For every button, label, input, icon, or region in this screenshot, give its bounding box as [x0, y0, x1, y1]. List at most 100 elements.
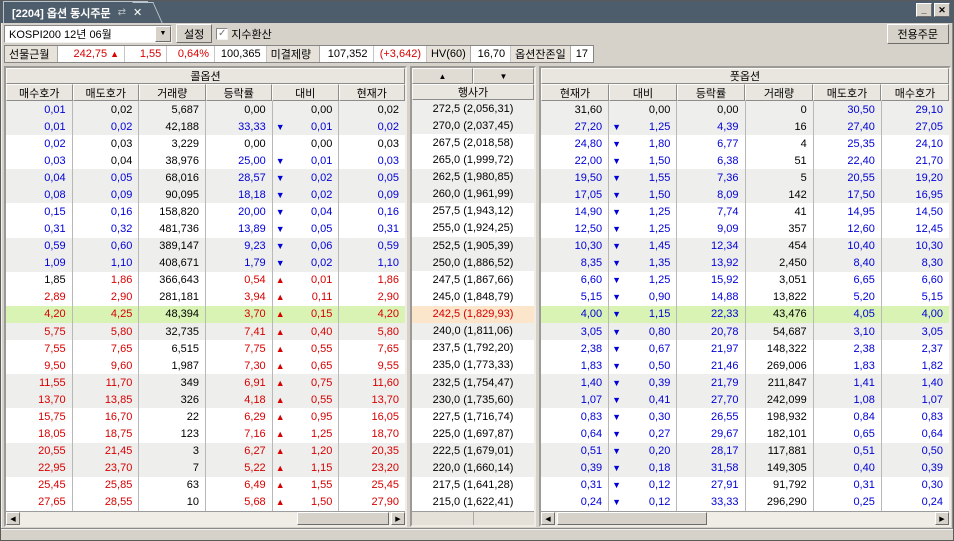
call-option-row[interactable]: 25,4525,85636,49▲1,5525,45: [6, 477, 405, 494]
put-option-row[interactable]: 0,83▼0,3026,55198,9320,840,83: [541, 408, 949, 425]
tab-pin-icon[interactable]: ⇄: [118, 7, 126, 18]
scroll-left-icon[interactable]: ◀: [541, 512, 555, 525]
scroll-left-icon[interactable]: ◀: [6, 512, 20, 525]
call-option-row[interactable]: 0,020,033,2290,000,000,03: [6, 135, 405, 152]
put-option-row[interactable]: 14,90▼1,257,744114,9514,50: [541, 203, 949, 220]
sort-down-button[interactable]: ▼: [473, 68, 534, 84]
strike-row[interactable]: 237,5 (1,792,20): [412, 340, 534, 357]
call-option-row[interactable]: 4,204,2548,3943,70▲0,154,20: [6, 306, 405, 323]
strike-row[interactable]: 230,0 (1,735,60): [412, 391, 534, 408]
put-option-row[interactable]: 3,05▼0,8020,7854,6873,103,05: [541, 323, 949, 340]
settings-button[interactable]: 설정: [176, 24, 212, 43]
call-option-row[interactable]: 0,150,16158,82020,00▼0,040,16: [6, 203, 405, 220]
strike-row[interactable]: 235,0 (1,773,33): [412, 357, 534, 374]
window-tab[interactable]: [2204] 옵션 동시주문 ⇄ ✕: [3, 1, 148, 23]
close-button[interactable]: ✕: [934, 3, 950, 17]
call-option-row[interactable]: 0,080,0990,09518,18▼0,020,09: [6, 186, 405, 203]
call-option-row[interactable]: 2,892,90281,1813,94▲0,112,90: [6, 289, 405, 306]
call-scrollbar-thumb[interactable]: [297, 512, 389, 525]
strike-row[interactable]: 270,0 (2,037,45): [412, 117, 534, 134]
strike-row[interactable]: 265,0 (1,999,72): [412, 151, 534, 168]
call-option-row[interactable]: 0,040,0568,01628,57▼0,020,05: [6, 169, 405, 186]
put-option-row[interactable]: 6,60▼1,2515,923,0516,656,60: [541, 272, 949, 289]
put-option-row[interactable]: 1,40▼0,3921,79211,8471,411,40: [541, 374, 949, 391]
put-option-row[interactable]: 22,00▼1,506,385122,4021,70: [541, 152, 949, 169]
strike-row[interactable]: 232,5 (1,754,47): [412, 374, 534, 391]
put-option-row[interactable]: 12,50▼1,259,0935712,6012,45: [541, 221, 949, 238]
strike-row[interactable]: 252,5 (1,905,39): [412, 237, 534, 254]
call-option-row[interactable]: 15,7516,70226,29▲0,9516,05: [6, 408, 405, 425]
strike-row[interactable]: 240,0 (1,811,06): [412, 323, 534, 340]
contract-select[interactable]: KOSPI200 12년 06월 ▼: [4, 25, 172, 43]
call-option-row[interactable]: 11,5511,703496,91▲0,7511,60: [6, 374, 405, 391]
put-option-row[interactable]: 31,600,000,00030,5029,10: [541, 101, 949, 118]
put-option-row[interactable]: 10,30▼1,4512,3445410,4010,30: [541, 238, 949, 255]
call-option-row[interactable]: 0,010,0242,18833,33▼0,010,02: [6, 118, 405, 135]
chevron-down-icon[interactable]: ▼: [155, 26, 171, 42]
strike-row[interactable]: 250,0 (1,886,52): [412, 254, 534, 271]
strike-row[interactable]: 245,0 (1,848,79): [412, 288, 534, 305]
strike-row[interactable]: 242,5 (1,829,93): [412, 306, 534, 323]
put-option-row[interactable]: 2,38▼0,6721,97148,3222,382,37: [541, 340, 949, 357]
strike-row[interactable]: 247,5 (1,867,66): [412, 271, 534, 288]
call-option-row[interactable]: 1,851,86366,6430,54▲0,011,86: [6, 272, 405, 289]
sort-up-button[interactable]: ▲: [412, 68, 473, 84]
strike-row[interactable]: 227,5 (1,716,74): [412, 408, 534, 425]
put-option-row[interactable]: 0,31▼0,1227,9191,7920,310,30: [541, 477, 949, 494]
call-option-row[interactable]: 22,9523,7075,22▲1,1523,20: [6, 460, 405, 477]
put-horizontal-scrollbar[interactable]: ◀ ▶: [541, 511, 949, 525]
put-option-row[interactable]: 17,05▼1,508,0914217,5016,95: [541, 186, 949, 203]
strike-row[interactable]: 217,5 (1,641,28): [412, 477, 534, 494]
call-option-row[interactable]: 18,0518,751237,16▲1,2518,70: [6, 425, 405, 442]
put-option-row[interactable]: 1,83▼0,5021,46269,0061,831,82: [541, 357, 949, 374]
call-option-row[interactable]: 7,557,656,5157,75▲0,557,65: [6, 340, 405, 357]
call-option-row[interactable]: 27,6528,55105,68▲1,5027,90: [6, 494, 405, 511]
strike-row[interactable]: 262,5 (1,980,85): [412, 169, 534, 186]
column-header-last-price[interactable]: 현재가: [541, 84, 609, 101]
index-conversion-checkbox[interactable]: ✓ 지수환산: [216, 26, 271, 42]
put-scrollbar-thumb[interactable]: [557, 512, 707, 525]
minimize-button[interactable]: _: [916, 3, 932, 17]
column-header-ask-price[interactable]: 매도호가: [73, 84, 140, 101]
column-header-ask-price[interactable]: 매도호가: [813, 84, 881, 101]
put-option-row[interactable]: 8,35▼1,3513,922,4508,408,30: [541, 255, 949, 272]
strike-row[interactable]: 272,5 (2,056,31): [412, 100, 534, 117]
call-option-row[interactable]: 20,5521,4536,27▲1,2020,35: [6, 443, 405, 460]
tab-close-icon[interactable]: ✕: [133, 6, 142, 19]
call-option-row[interactable]: 0,010,025,6870,000,000,02: [6, 101, 405, 118]
put-option-row[interactable]: 0,64▼0,2729,67182,1010,650,64: [541, 425, 949, 442]
put-option-row[interactable]: 19,50▼1,557,36520,5519,20: [541, 169, 949, 186]
column-header-change-rate[interactable]: 등락률: [677, 84, 745, 101]
scroll-right-icon[interactable]: ▶: [935, 512, 949, 525]
column-header-last-price[interactable]: 현재가: [339, 84, 406, 101]
column-header-volume[interactable]: 거래량: [745, 84, 813, 101]
put-option-row[interactable]: 0,51▼0,2028,17117,8810,510,50: [541, 443, 949, 460]
put-option-row[interactable]: 24,80▼1,806,77425,3524,10: [541, 135, 949, 152]
put-option-row[interactable]: 4,00▼1,1522,3343,4764,054,00: [541, 306, 949, 323]
strike-row[interactable]: 222,5 (1,679,01): [412, 443, 534, 460]
column-header-volume[interactable]: 거래량: [139, 84, 206, 101]
call-option-row[interactable]: 13,7013,853264,18▲0,5513,70: [6, 391, 405, 408]
strike-row[interactable]: 257,5 (1,943,12): [412, 203, 534, 220]
strike-row[interactable]: 255,0 (1,924,25): [412, 220, 534, 237]
call-option-row[interactable]: 0,310,32481,73613,89▼0,050,31: [6, 221, 405, 238]
column-header-bid-price[interactable]: 매수호가: [6, 84, 73, 101]
strike-row[interactable]: 260,0 (1,961,99): [412, 186, 534, 203]
put-option-row[interactable]: 5,15▼0,9014,8813,8225,205,15: [541, 289, 949, 306]
put-option-row[interactable]: 27,20▼1,254,391627,4027,05: [541, 118, 949, 135]
strike-row[interactable]: 267,5 (2,018,58): [412, 134, 534, 151]
put-option-row[interactable]: 0,39▼0,1831,58149,3050,400,39: [541, 460, 949, 477]
column-header-bid-price[interactable]: 매수호가: [881, 84, 949, 101]
dedicated-order-button[interactable]: 전용주문: [887, 24, 949, 44]
strike-row[interactable]: 220,0 (1,660,14): [412, 460, 534, 477]
column-header-change-rate[interactable]: 등락률: [206, 84, 273, 101]
strike-row[interactable]: 225,0 (1,697,87): [412, 425, 534, 442]
scroll-right-icon[interactable]: ▶: [391, 512, 405, 525]
column-header-net-change[interactable]: 대비: [272, 84, 339, 101]
put-option-row[interactable]: 0,24▼0,1233,33296,2900,250,24: [541, 494, 949, 511]
call-option-row[interactable]: 5,755,8032,7357,41▲0,405,80: [6, 323, 405, 340]
call-horizontal-scrollbar[interactable]: ◀ ▶: [6, 511, 405, 525]
call-option-row[interactable]: 9,509,601,9877,30▲0,659,55: [6, 357, 405, 374]
strike-row[interactable]: 215,0 (1,622,41): [412, 494, 534, 511]
call-option-row[interactable]: 0,590,60389,1479,23▼0,060,59: [6, 238, 405, 255]
